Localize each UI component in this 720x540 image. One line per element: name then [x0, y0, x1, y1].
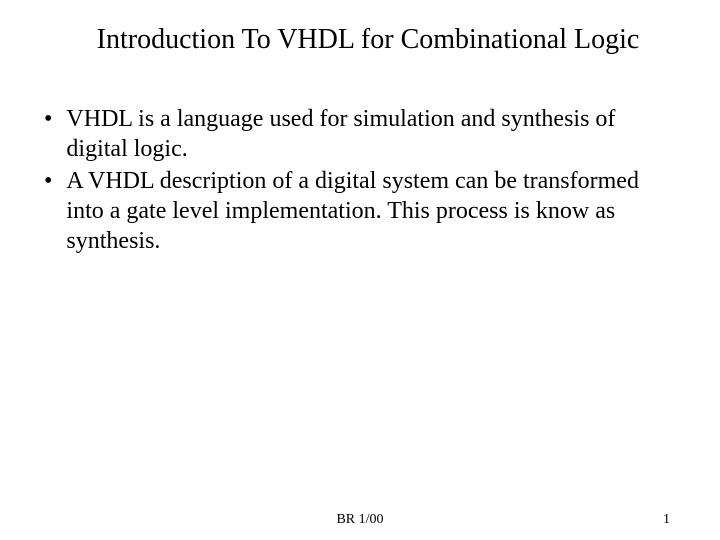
page-number: 1: [663, 512, 670, 528]
slide-container: Introduction To VHDL for Combinational L…: [0, 0, 720, 540]
bullet-item: • A VHDL description of a digital system…: [44, 166, 680, 256]
slide-title: Introduction To VHDL for Combinational L…: [40, 24, 680, 56]
bullet-item: • VHDL is a language used for simulation…: [44, 104, 680, 164]
bullet-marker-icon: •: [44, 166, 52, 196]
bullet-text: A VHDL description of a digital system c…: [66, 166, 680, 256]
bullet-marker-icon: •: [44, 104, 52, 134]
footer-center-text: BR 1/00: [336, 512, 383, 528]
slide-content: • VHDL is a language used for simulation…: [40, 104, 680, 256]
bullet-text: VHDL is a language used for simulation a…: [66, 104, 680, 164]
